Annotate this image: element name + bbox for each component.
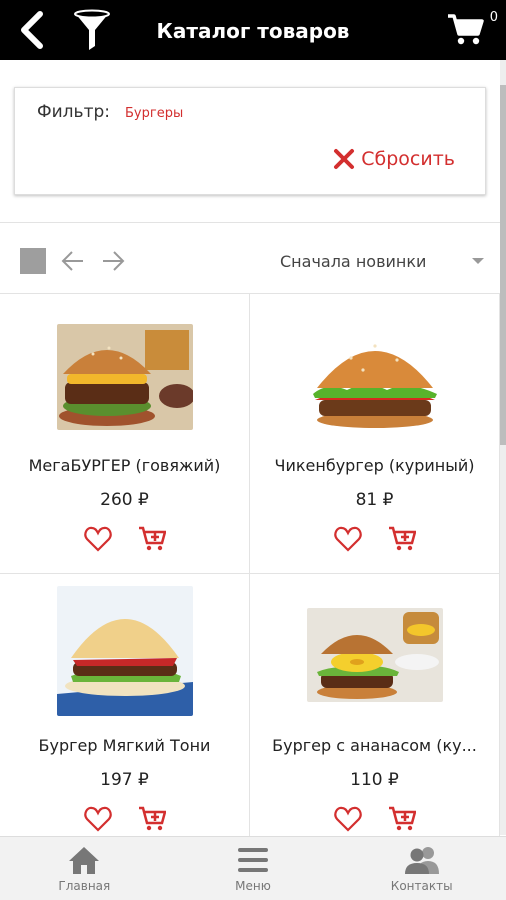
filter-button[interactable] bbox=[68, 0, 116, 60]
favorite-button[interactable] bbox=[83, 804, 113, 834]
cart-icon bbox=[448, 14, 484, 45]
arrow-left-icon bbox=[61, 251, 83, 271]
reset-filter-button[interactable]: Сбросить bbox=[333, 148, 455, 170]
sort-label: Сначала новинки bbox=[280, 251, 427, 271]
bottom-nav: Главная Меню Контакты bbox=[0, 836, 506, 900]
nav-item-home[interactable]: Главная bbox=[0, 837, 169, 900]
nav-label: Меню bbox=[235, 879, 271, 893]
product-card: Чикенбургер (куриный) 81 ₽ bbox=[250, 294, 500, 574]
product-name[interactable]: Бургер Мягкий Тони bbox=[0, 736, 249, 755]
cart-button[interactable] bbox=[442, 0, 490, 60]
product-price: 81 ₽ bbox=[355, 490, 394, 510]
favorite-button[interactable] bbox=[333, 524, 363, 554]
product-price: 197 ₽ bbox=[100, 770, 149, 790]
product-name[interactable]: Бургер с ананасом (ку... bbox=[250, 736, 499, 755]
product-image[interactable] bbox=[306, 324, 443, 430]
menu-icon bbox=[238, 848, 268, 872]
sort-select[interactable]: Сначала новинки bbox=[280, 248, 485, 274]
reset-filter-label: Сбросить bbox=[361, 148, 455, 170]
product-image[interactable] bbox=[56, 586, 193, 716]
favorite-button[interactable] bbox=[83, 524, 113, 554]
prev-button[interactable] bbox=[58, 246, 88, 276]
product-price: 260 ₽ bbox=[100, 490, 149, 510]
add-to-cart-button[interactable] bbox=[137, 804, 167, 834]
home-icon bbox=[69, 847, 100, 874]
product-name[interactable]: Чикенбургер (куриный) bbox=[250, 456, 499, 475]
app-header: Каталог товаров 0 bbox=[0, 0, 506, 60]
product-name[interactable]: МегаБУРГЕР (говяжий) bbox=[0, 456, 249, 475]
add-to-cart-icon bbox=[138, 526, 166, 551]
grid-view-toggle[interactable] bbox=[20, 248, 46, 274]
add-to-cart-icon bbox=[388, 806, 416, 831]
product-price: 110 ₽ bbox=[350, 770, 399, 790]
nav-item-contacts[interactable]: Контакты bbox=[337, 837, 506, 900]
filter-funnel-icon bbox=[74, 9, 110, 50]
add-to-cart-icon bbox=[388, 526, 416, 551]
close-icon bbox=[334, 149, 355, 169]
product-card: МегаБУРГЕР (говяжий) 260 ₽ bbox=[0, 294, 250, 574]
nav-label: Главная bbox=[58, 879, 111, 893]
favorite-button[interactable] bbox=[333, 804, 363, 834]
next-button[interactable] bbox=[98, 246, 128, 276]
filter-panel: Фильтр: Бургеры Сбросить bbox=[14, 87, 486, 195]
product-card: Бургер Мягкий Тони 197 ₽ bbox=[0, 574, 250, 854]
add-to-cart-button[interactable] bbox=[137, 524, 167, 554]
add-to-cart-icon bbox=[138, 806, 166, 831]
heart-icon bbox=[333, 806, 362, 832]
heart-icon bbox=[83, 806, 112, 832]
heart-icon bbox=[333, 526, 362, 552]
back-arrow-icon bbox=[21, 11, 43, 49]
nav-label: Контакты bbox=[390, 879, 453, 893]
scrollbar[interactable] bbox=[500, 60, 506, 835]
product-image[interactable] bbox=[306, 608, 443, 702]
contacts-icon bbox=[404, 847, 439, 874]
nav-item-menu[interactable]: Меню bbox=[169, 837, 338, 900]
arrow-right-icon bbox=[103, 251, 125, 271]
divider bbox=[0, 222, 500, 223]
product-card: Бургер с ананасом (ку... 110 ₽ bbox=[250, 574, 500, 854]
add-to-cart-button[interactable] bbox=[387, 524, 417, 554]
filter-value: Бургеры bbox=[125, 106, 184, 121]
product-image[interactable] bbox=[56, 324, 193, 430]
heart-icon bbox=[83, 526, 112, 552]
add-to-cart-button[interactable] bbox=[387, 804, 417, 834]
back-button[interactable] bbox=[12, 0, 52, 60]
filter-label: Фильтр: bbox=[37, 102, 110, 122]
dropdown-arrow-icon bbox=[472, 258, 484, 264]
scrollbar-thumb[interactable] bbox=[500, 85, 506, 445]
cart-count-badge: 0 bbox=[489, 10, 498, 25]
